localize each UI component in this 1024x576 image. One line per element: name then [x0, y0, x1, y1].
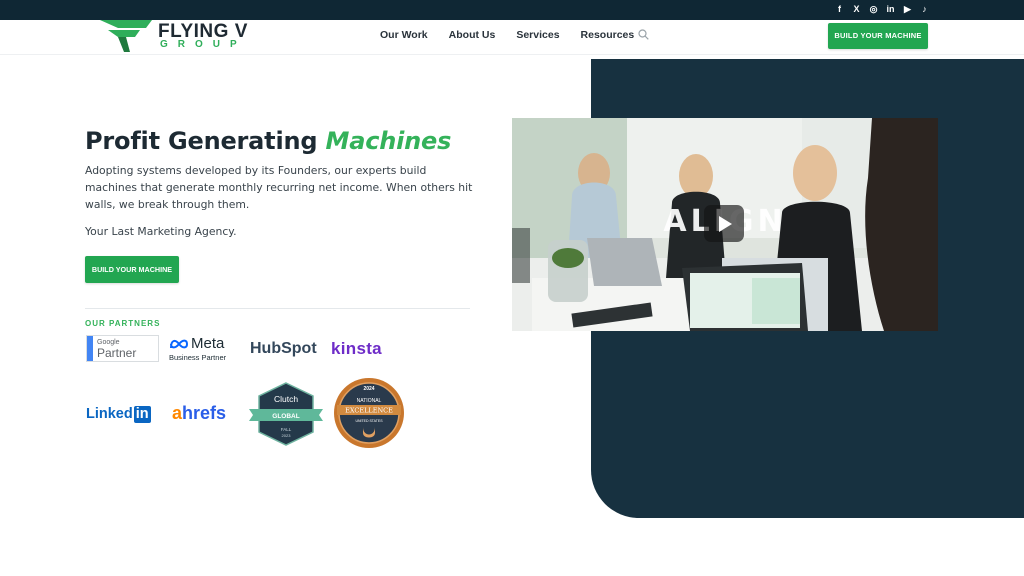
meta-business-partner-logo: Meta Business Partner: [169, 335, 241, 363]
x-icon[interactable]: X: [851, 3, 862, 16]
instagram-icon[interactable]: ◎: [868, 3, 879, 16]
clutch-global-badge-icon: Clutch GLOBAL FALL 2023: [249, 382, 323, 446]
ahrefs-rest: hrefs: [182, 403, 227, 423]
upcity-ribbon: EXCELLENCE: [345, 407, 393, 415]
hero-video[interactable]: ALIGN: [512, 118, 938, 331]
nav-our-work[interactable]: Our Work: [380, 28, 428, 42]
kinsta-logo: kinsta: [331, 339, 382, 358]
main-nav: Our Work About Us Services Resources: [380, 28, 634, 42]
upcity-top-label: NATIONAL: [357, 398, 382, 404]
ahrefs-a: a: [172, 403, 183, 423]
header-build-machine-button[interactable]: BUILD YOUR MACHINE: [828, 23, 928, 49]
nav-services[interactable]: Services: [516, 28, 559, 42]
upcity-national-excellence-badge-icon: 2024 NATIONAL EXCELLENCE UNITED STATES: [334, 378, 404, 448]
flying-v-logo-icon: [100, 20, 152, 52]
upcity-sub-label: UNITED STATES: [355, 419, 383, 423]
meta-infinity-icon: [170, 339, 189, 349]
site-header: FLYING V GROUP Our Work About Us Service…: [0, 20, 1024, 55]
clutch-season: FALL: [281, 427, 292, 432]
facebook-icon[interactable]: f: [834, 3, 845, 16]
site-logo[interactable]: FLYING V GROUP: [100, 20, 250, 53]
nav-resources[interactable]: Resources: [581, 28, 635, 42]
hero-build-machine-button[interactable]: BUILD YOUR MACHINE: [85, 256, 179, 283]
youtube-icon[interactable]: ▶: [902, 3, 913, 16]
ahrefs-logo: ahrefs: [172, 402, 238, 424]
google-partner-bar: [87, 336, 93, 361]
meta-subtitle: Business Partner: [169, 353, 227, 362]
upcity-year: 2024: [363, 386, 374, 392]
google-partner-logo: Google Partner: [86, 335, 159, 362]
hero-title: Profit Generating Machines: [85, 126, 451, 156]
clutch-ribbon: GLOBAL: [272, 413, 299, 420]
hero-title-main: Profit Generating: [85, 127, 326, 155]
nav-about-us[interactable]: About Us: [449, 28, 496, 42]
section-divider: [85, 308, 470, 309]
hubspot-logo: HubSpot: [250, 340, 317, 357]
logo-subtitle: GROUP: [160, 39, 247, 50]
linkedin-logo: Linked in: [86, 404, 160, 424]
linkedin-wordmark: Linked: [86, 406, 133, 422]
google-partner-line2: Partner: [97, 346, 137, 360]
hero-description: Adopting systems developed by its Founde…: [85, 164, 473, 211]
social-links: f X ◎ in ▶ ♪: [834, 3, 930, 16]
linkedin-icon[interactable]: in: [885, 3, 896, 16]
clutch-year: 2023: [282, 433, 292, 438]
partners-label: OUR PARTNERS: [85, 319, 161, 328]
meta-wordmark: Meta: [191, 335, 225, 352]
hero-title-accent: Machines: [325, 127, 452, 155]
clutch-title: Clutch: [274, 394, 298, 404]
tiktok-icon[interactable]: ♪: [919, 3, 930, 16]
hero-subline: Your Last Marketing Agency.: [85, 225, 237, 238]
linkedin-in-box: in: [133, 406, 151, 423]
play-icon[interactable]: [704, 205, 744, 242]
top-social-bar: f X ◎ in ▶ ♪: [0, 0, 1024, 20]
search-icon[interactable]: [638, 29, 649, 40]
